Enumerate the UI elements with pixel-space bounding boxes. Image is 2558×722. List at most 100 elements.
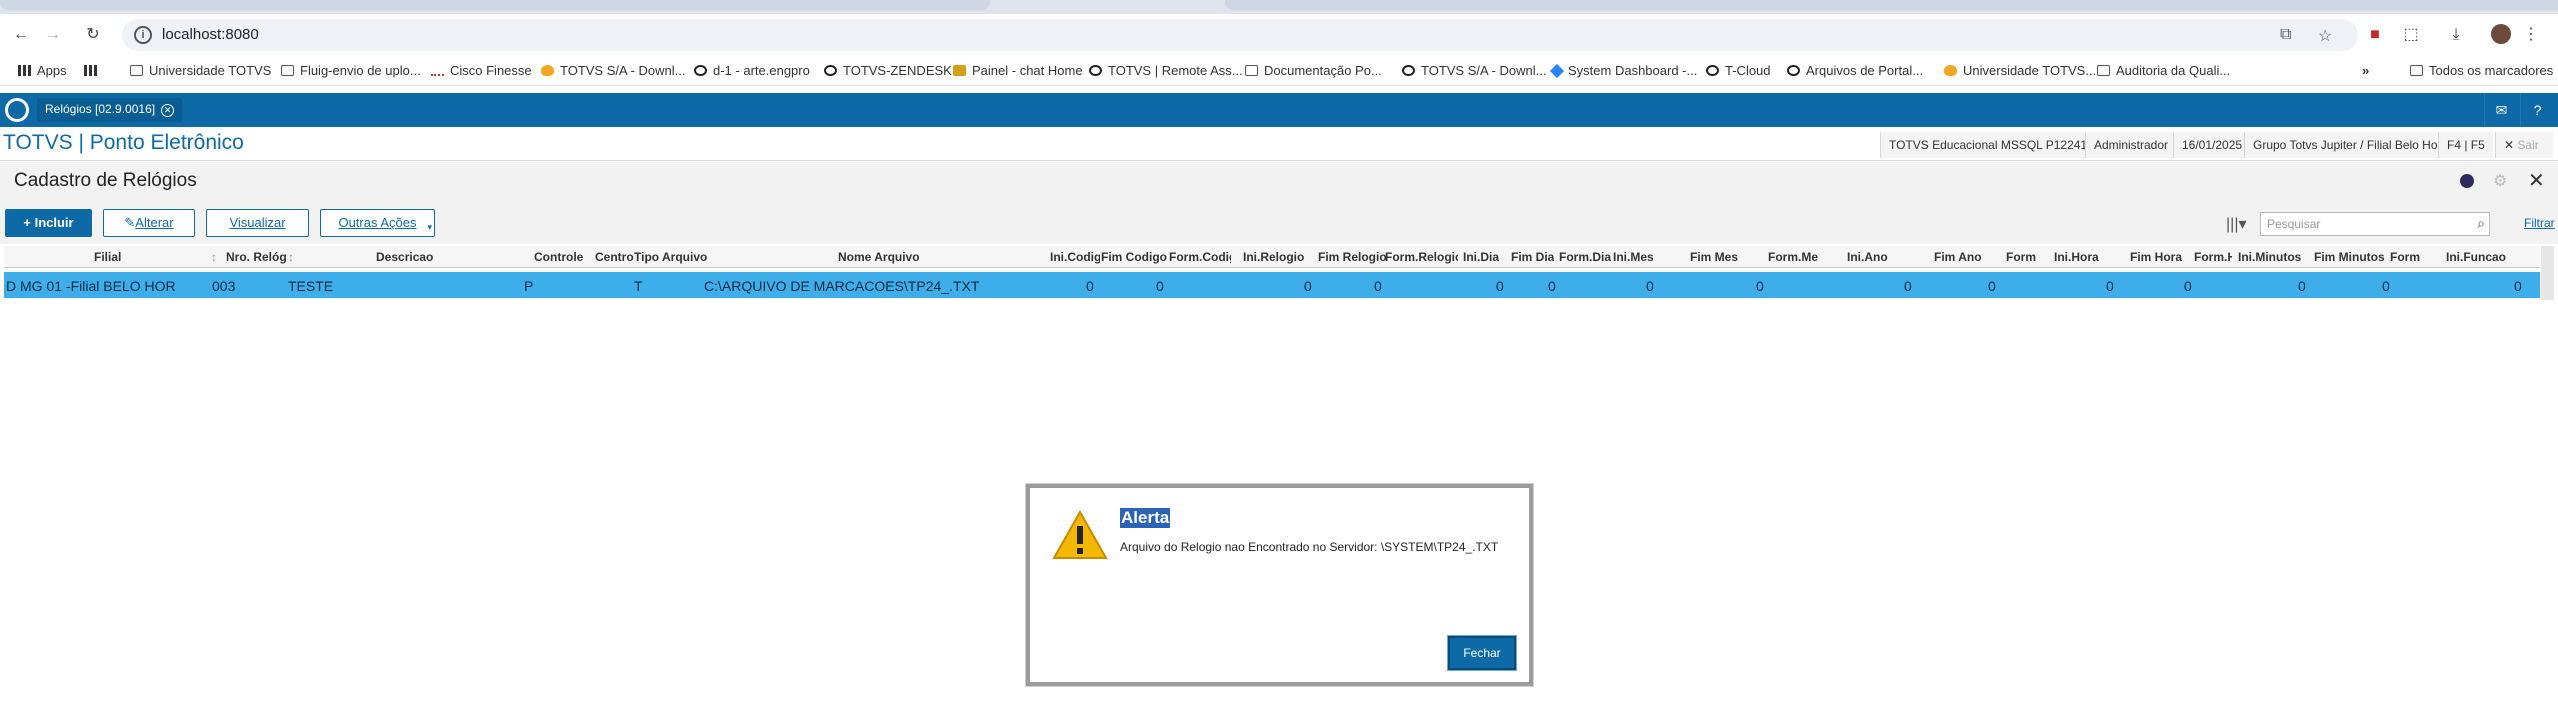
cell-value: 0 bbox=[1496, 278, 1504, 294]
column-header[interactable]: Form.Me bbox=[1768, 250, 1818, 264]
columns-icon[interactable]: |||▾ bbox=[2226, 214, 2247, 234]
url-text[interactable]: localhost:8080 bbox=[162, 26, 259, 43]
company-info[interactable]: Grupo Totvs Jupiter / Filial Belo Hor bbox=[2244, 132, 2438, 158]
column-header[interactable]: Ini.Hora bbox=[2054, 250, 2099, 264]
close-button[interactable]: Fechar bbox=[1448, 636, 1516, 670]
bookmark-item[interactable]: Universidade TOTVS... bbox=[1944, 63, 2096, 78]
cell-value: 0 bbox=[1756, 278, 1764, 294]
theme-icon[interactable] bbox=[2460, 174, 2474, 188]
bookmark-item[interactable]: Arquivos de Portal... bbox=[1787, 63, 1923, 78]
column-header[interactable]: Descricao bbox=[376, 250, 433, 264]
column-header[interactable]: Centro bbox=[595, 250, 635, 264]
column-header[interactable]: Ini.Dia bbox=[1463, 250, 1499, 264]
column-header[interactable]: Form.H bbox=[2194, 250, 2232, 264]
sort-icon[interactable]: ↕ bbox=[288, 250, 294, 264]
sort-icon[interactable]: ↕ bbox=[211, 250, 217, 264]
column-header[interactable]: Fim Hora bbox=[2130, 250, 2182, 264]
more-actions-button[interactable]: Outras Ações ▾ bbox=[320, 209, 435, 237]
settings-gear-icon[interactable]: ⚙ bbox=[2493, 171, 2507, 191]
column-header[interactable]: Ini.Codig bbox=[1050, 250, 1100, 264]
column-header[interactable]: Fim Relogio bbox=[1318, 250, 1387, 264]
extension-icon[interactable]: ■ bbox=[2364, 24, 2386, 46]
extensions-puzzle-icon[interactable]: ⬚ bbox=[2400, 24, 2422, 46]
forward-icon[interactable]: → bbox=[42, 24, 64, 46]
cell-value: 0 bbox=[2184, 278, 2192, 294]
alert-dialog: Alerta Arquivo do Relogio nao Encontrado… bbox=[1026, 484, 1533, 686]
column-header[interactable]: Form.Codig bbox=[1169, 250, 1231, 264]
bookmark-item[interactable]: TOTVS S/A - Downl... bbox=[541, 63, 685, 78]
environment-info: TOTVS Educacional MSSQL P122410 bbox=[1880, 132, 2102, 158]
column-header[interactable]: Fim Codigo bbox=[1101, 250, 1167, 264]
bookmark-item[interactable]: TOTVS | Remote Ass... bbox=[1089, 63, 1243, 78]
back-icon[interactable]: ← bbox=[10, 24, 32, 46]
bookmark-item[interactable]: TOTVS S/A - Downl... bbox=[1402, 63, 1546, 78]
browser-tab[interactable] bbox=[1225, 0, 2558, 10]
browser-tab[interactable] bbox=[0, 0, 990, 10]
bookmark-item[interactable]: Fluig-envio de uplo... bbox=[281, 63, 421, 78]
totvs-flame-icon bbox=[1944, 65, 1957, 76]
app-tab[interactable]: Relógios [02.9.0016] ✕ bbox=[37, 98, 183, 122]
bookmark-item[interactable]: TOTVS-ZENDESK bbox=[824, 63, 952, 78]
install-app-icon[interactable]: ⧉ bbox=[2280, 26, 2291, 44]
filter-link[interactable]: Filtrar bbox=[2524, 216, 2555, 230]
folder-icon bbox=[1245, 65, 1258, 76]
add-button[interactable]: + Incluir bbox=[5, 209, 92, 237]
exit-button[interactable]: ✕ Sair bbox=[2495, 132, 2553, 158]
column-header[interactable]: Fim Mes bbox=[1690, 250, 1738, 264]
reload-icon[interactable]: ↻ bbox=[82, 24, 104, 46]
bookmark-star-icon[interactable]: ☆ bbox=[2318, 26, 2332, 46]
column-header[interactable]: Fim Dia bbox=[1511, 250, 1554, 264]
column-header[interactable]: Fim Ano bbox=[1934, 250, 1982, 264]
bookmarks-bar: Apps Universidade TOTVS Fluig-envio de u… bbox=[0, 56, 2558, 86]
column-header[interactable]: Tipo Arquivo bbox=[634, 250, 707, 264]
search-input[interactable]: Pesquisar ⌕ bbox=[2260, 212, 2490, 236]
bookmark-item[interactable]: T-Cloud bbox=[1706, 63, 1771, 78]
search-icon[interactable]: ⌕ bbox=[2477, 215, 2485, 232]
bookmark-item[interactable]: Cisco Finesse bbox=[431, 63, 532, 78]
column-header[interactable]: Form.I bbox=[2390, 250, 2420, 264]
column-header[interactable]: Ini.Funcao bbox=[2446, 250, 2506, 264]
site-info-icon[interactable]: i bbox=[134, 26, 152, 44]
apps-grid-icon bbox=[18, 65, 31, 76]
all-bookmarks[interactable]: Todos os marcadores bbox=[2410, 63, 2553, 78]
kebab-menu-icon[interactable]: ⋮ bbox=[2520, 24, 2542, 46]
chevron-more-icon[interactable]: » bbox=[2362, 63, 2369, 78]
bookmark-item[interactable]: System Dashboard -... bbox=[1549, 63, 1697, 79]
chevron-down-icon: ▾ bbox=[427, 222, 432, 232]
column-header[interactable]: Ini.Minutos bbox=[2238, 250, 2301, 264]
column-header[interactable]: Form.Relogio bbox=[1385, 250, 1458, 264]
folder-icon bbox=[2410, 65, 2423, 76]
jira-icon bbox=[1549, 63, 1565, 79]
edit-button[interactable]: ✎Alterar bbox=[103, 209, 195, 237]
address-bar[interactable]: i localhost:8080 ⧉ ☆ bbox=[122, 19, 2358, 51]
totvs-logo-icon[interactable] bbox=[5, 98, 29, 122]
close-icon[interactable]: ✕ bbox=[161, 104, 175, 117]
cell-tipo: T bbox=[634, 278, 643, 294]
bookmark-apps[interactable]: Apps bbox=[18, 63, 67, 78]
column-header[interactable]: Nro. Relóg bbox=[226, 250, 287, 264]
column-header[interactable]: Ini.Mes bbox=[1613, 250, 1654, 264]
download-icon[interactable]: ⤓ bbox=[2445, 24, 2467, 46]
bookmark-item[interactable]: Universidade TOTVS bbox=[130, 63, 271, 78]
vertical-scrollbar[interactable] bbox=[2541, 246, 2554, 300]
bookmark-item[interactable]: Painel - chat Home bbox=[953, 63, 1083, 78]
column-header[interactable]: Nome Arquivo bbox=[838, 250, 920, 264]
shortcut-info[interactable]: F4 | F5 bbox=[2438, 132, 2493, 158]
column-header[interactable]: Fim Minutos bbox=[2314, 250, 2385, 264]
column-header[interactable]: Form.Dia bbox=[1559, 250, 1611, 264]
column-header[interactable]: Ini.Relogio bbox=[1243, 250, 1304, 264]
apps-grid-icon[interactable] bbox=[84, 63, 104, 78]
table-row[interactable]: D MG 01 -Filial BELO HOR 003 TESTE P T C… bbox=[4, 272, 2540, 298]
column-header[interactable]: Ini.Ano bbox=[1847, 250, 1888, 264]
bookmark-item[interactable]: d-1 - arte.engpro bbox=[694, 63, 810, 78]
column-header[interactable]: Form. bbox=[2006, 250, 2036, 264]
mail-icon[interactable]: ✉ bbox=[2484, 93, 2518, 127]
view-button[interactable]: Visualizar bbox=[206, 209, 309, 237]
column-header[interactable]: Controle bbox=[534, 250, 583, 264]
bookmark-item[interactable]: Auditoria da Quali... bbox=[2097, 63, 2230, 78]
column-header[interactable]: Filial bbox=[94, 250, 121, 264]
avatar[interactable] bbox=[2490, 24, 2512, 46]
bookmark-item[interactable]: Documentação Po... bbox=[1245, 63, 1382, 78]
help-icon[interactable]: ? bbox=[2520, 93, 2554, 127]
close-page-icon[interactable]: ✕ bbox=[2528, 168, 2545, 193]
